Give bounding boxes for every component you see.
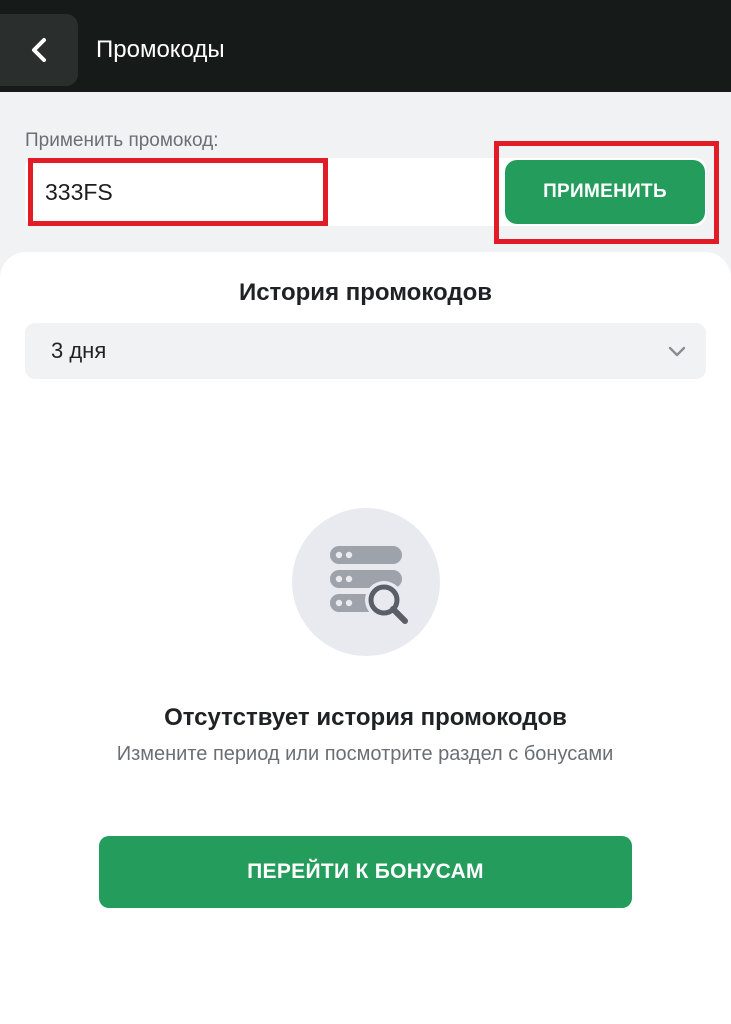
empty-state-description: Измените период или посмотрите раздел с … (116, 743, 614, 765)
apply-promo-button[interactable]: ПРИМЕНИТЬ (505, 160, 705, 224)
period-selected-value: 3 дня (51, 338, 107, 363)
chevron-left-icon (32, 38, 46, 62)
go-to-bonuses-button[interactable]: ПЕРЕЙТИ К БОНУСАМ (99, 836, 632, 908)
chevron-down-icon (668, 346, 686, 357)
empty-state-title: Отсутствует история промокодов (164, 704, 567, 731)
page-title: Промокоды (96, 36, 225, 63)
history-title: История промокодов (238, 279, 493, 306)
database-search-icon (330, 546, 408, 624)
promo-code-input[interactable] (28, 158, 328, 226)
top-app-bar: Промокоды (0, 0, 731, 92)
period-dropdown[interactable]: 3 дня (25, 323, 706, 379)
back-button[interactable] (0, 14, 78, 86)
empty-state-illustration (292, 508, 440, 656)
promo-code-label: Применить промокод: (25, 130, 219, 151)
